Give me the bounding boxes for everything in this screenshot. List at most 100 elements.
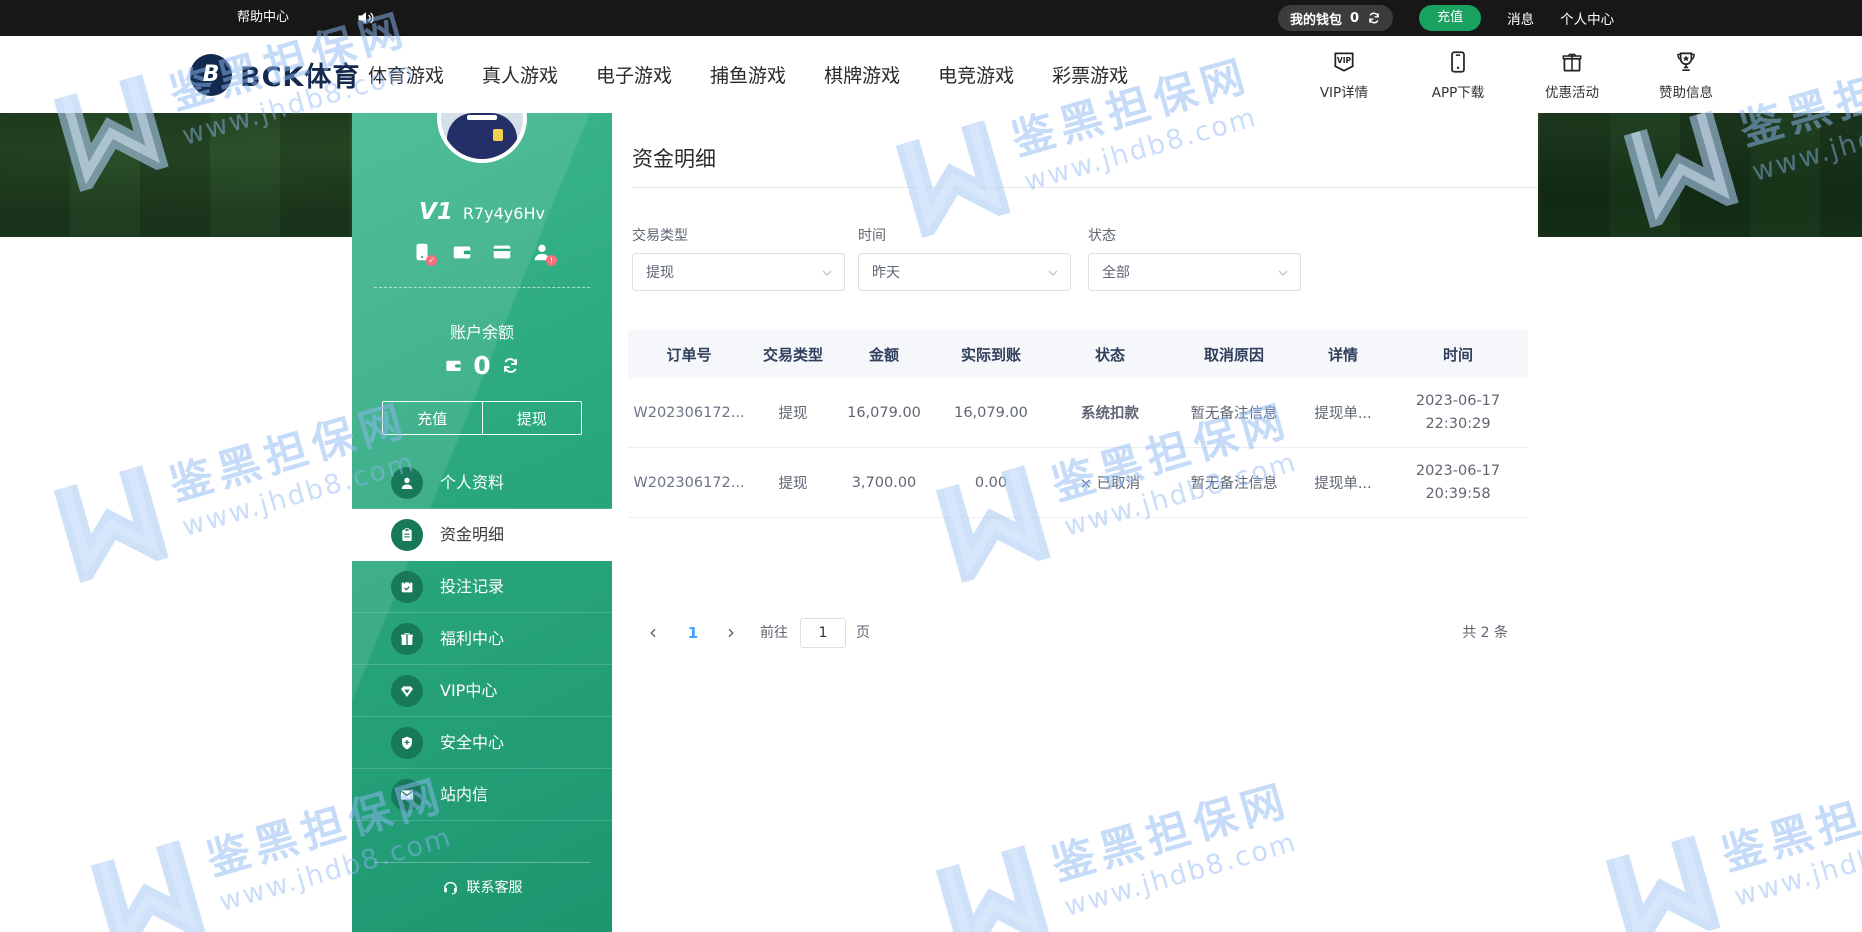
vip-icon: VIP [1331,49,1357,75]
quick-links: VIP VIP详情 APP下载 优惠活动 赞助信息 [1298,36,1732,113]
pagination: ‹ 1 › 前往 页 共 2 条 [628,613,1538,653]
nav-item-esports[interactable]: 电竞游戏 [938,61,1014,88]
app-download-icon [1445,49,1471,75]
nav-item-live[interactable]: 真人游戏 [482,61,558,88]
filter-label-status: 状态 [1088,225,1116,245]
vip-details-link[interactable]: VIP VIP详情 [1298,36,1390,113]
cancel-x-icon: × [1080,476,1092,492]
speaker-icon[interactable] [356,8,376,28]
bank-card-icon[interactable] [491,241,513,263]
account-sidebar: V1 R7y4y6Hv ✓ ! 账户余额 0 充值 [352,113,612,932]
nav-item-slots[interactable]: 电子游戏 [596,61,672,88]
table-row: W202306172... 提现 16,079.00 16,079.00 系统扣… [628,378,1528,448]
sidebar-item-welfare[interactable]: 福利中心 [352,613,612,665]
watermark: 鉴黑担保网www.jhdb8.com [1592,746,1862,932]
title-divider [632,187,1538,188]
page-unit-label: 页 [856,613,870,653]
filter-label-type: 交易类型 [632,225,688,245]
sidebar-item-funds[interactable]: 资金明细 [352,509,612,561]
chevron-down-icon [1045,265,1061,281]
sidebar-menu: 个人资料 资金明细 投注记录 福利中心 VIP中心 安全中心 [352,457,612,821]
username: R7y4y6Hv [463,204,545,223]
time-cell: 2023-06-1722:30:29 [1388,390,1528,435]
nav-item-cards[interactable]: 棋牌游戏 [824,61,900,88]
nav-item-lottery[interactable]: 彩票游戏 [1052,61,1128,88]
topbar-right-group: 我的钱包 0 充值 消息 个人中心 [1278,0,1614,36]
page-number-1[interactable]: 1 [680,613,706,653]
total-count-label: 共 2 条 [1462,613,1508,653]
deposit-withdraw-buttons: 充值 提现 [382,401,582,435]
transaction-type-select[interactable]: 提现 [632,253,845,291]
col-time: 时间 [1388,344,1528,365]
profile-icon [399,475,415,491]
prev-page-button[interactable]: ‹ [640,613,666,653]
logo-icon: B [190,54,232,96]
identity-alert-badge: ! [546,255,557,266]
app-download-link[interactable]: APP下载 [1412,36,1504,113]
withdraw-button[interactable]: 提现 [483,402,582,434]
filter-label-time: 时间 [858,225,886,245]
bet-record-icon [399,579,415,595]
col-reason: 取消原因 [1170,344,1298,365]
nav-item-sports[interactable]: 体育游戏 [368,61,444,88]
time-range-select[interactable]: 昨天 [858,253,1071,291]
my-wallet-button[interactable]: 我的钱包 0 [1278,5,1393,31]
deposit-button[interactable]: 充值 [383,402,483,434]
site-logo[interactable]: B BCK体育 [190,36,360,113]
chevron-down-icon [1275,265,1291,281]
recharge-button[interactable]: 充值 [1419,5,1481,31]
wallet-amount: 0 [1350,11,1359,26]
col-status: 状态 [1050,344,1170,365]
vip-level-badge: V1 [419,199,453,225]
status-badge: 系统扣款 [1050,402,1170,423]
funds-detail-panel: 资金明细 交易类型 时间 状态 提现 昨天 全部 订单号 交易类型 金额 实际到… [612,113,1538,932]
svg-text:VIP: VIP [1337,56,1352,65]
welfare-icon [399,631,415,647]
help-center-link[interactable]: 帮助中心 [237,0,289,36]
sponsor-trophy-icon [1673,49,1699,75]
sidebar-item-inbox[interactable]: 站内信 [352,769,612,821]
balance-row: 0 [352,351,612,380]
contact-support-button[interactable]: 联系客服 [352,877,612,897]
sidebar-item-profile[interactable]: 个人资料 [352,457,612,509]
support-divider [374,862,590,863]
sponsor-info-link[interactable]: 赞助信息 [1640,36,1732,113]
user-level-row: V1 R7y4y6Hv [352,199,612,225]
phone-verify-icon[interactable]: ✓ [411,241,433,263]
identity-icon[interactable]: ! [531,241,553,263]
promo-gift-icon [1559,49,1585,75]
inbox-icon [399,787,415,803]
table-row: W202306172... 提现 3,700.00 0.00 × 已取消 暂无备… [628,448,1528,518]
refresh-icon[interactable] [1367,11,1381,25]
promotions-link[interactable]: 优惠活动 [1526,36,1618,113]
col-amount: 金额 [836,344,932,365]
col-detail: 详情 [1298,344,1388,365]
headset-icon [442,879,459,896]
time-cell: 2023-06-1720:39:58 [1388,460,1528,505]
status-select[interactable]: 全部 [1088,253,1301,291]
table-header-row: 订单号 交易类型 金额 实际到账 状态 取消原因 详情 时间 [628,330,1528,378]
sidebar-item-vip-center[interactable]: VIP中心 [352,665,612,717]
wallet-label: 我的钱包 [1290,9,1342,28]
vip-center-icon [399,683,415,699]
transactions-table: 订单号 交易类型 金额 实际到账 状态 取消原因 详情 时间 W20230617… [628,330,1528,518]
col-type: 交易类型 [750,344,836,365]
messages-link[interactable]: 消息 [1507,8,1534,28]
balance-refresh-icon[interactable] [501,356,520,375]
next-page-button[interactable]: › [718,613,744,653]
goto-page-input[interactable] [800,618,846,648]
detail-link[interactable]: 提现单... [1298,402,1388,423]
funds-icon [399,527,415,543]
personal-center-link[interactable]: 个人中心 [1560,8,1614,28]
page-title: 资金明细 [632,143,716,173]
topbar: 帮助中心 我的钱包 0 充值 消息 个人中心 [0,0,1862,36]
balance-label: 账户余额 [352,319,612,343]
col-actual: 实际到账 [932,344,1050,365]
sidebar-item-bet-records[interactable]: 投注记录 [352,561,612,613]
phone-verified-badge: ✓ [426,255,437,266]
sidebar-dashed-divider [374,287,590,288]
sidebar-item-security[interactable]: 安全中心 [352,717,612,769]
wallet-icon[interactable] [451,241,473,263]
detail-link[interactable]: 提现单... [1298,472,1388,493]
nav-item-fishing[interactable]: 捕鱼游戏 [710,61,786,88]
